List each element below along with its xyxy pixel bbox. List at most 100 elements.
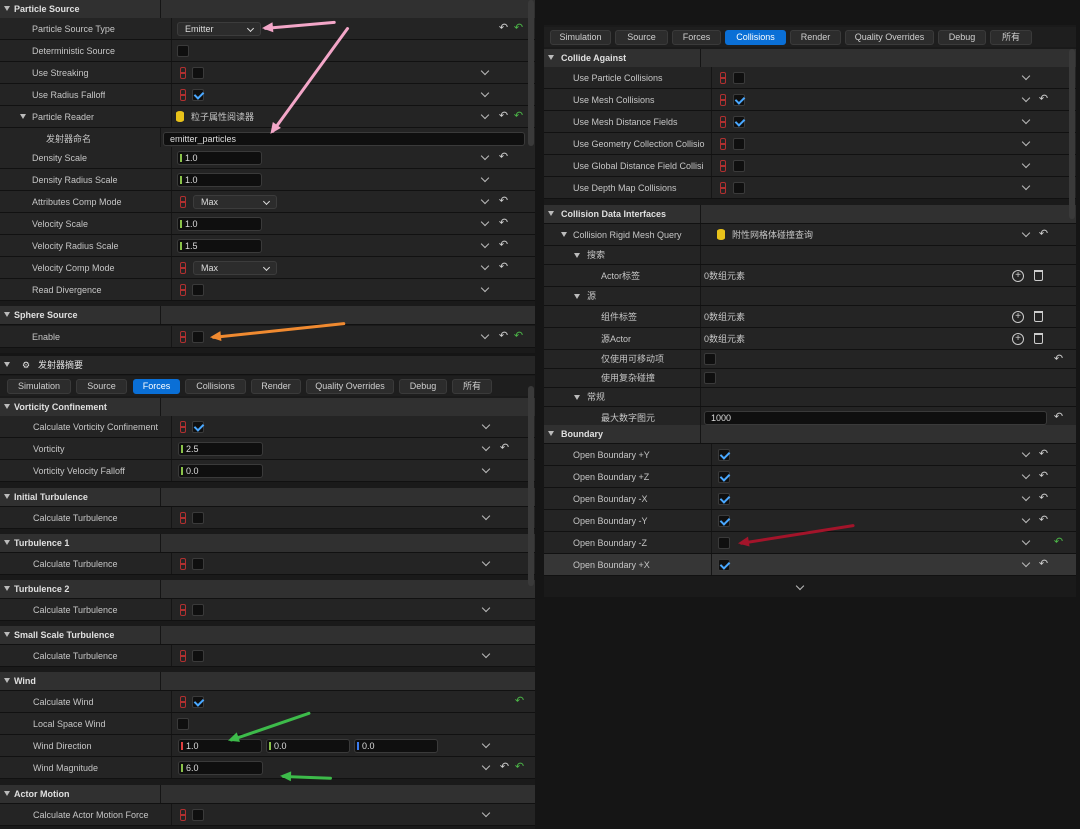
link-icon[interactable] — [720, 116, 726, 128]
tab-source[interactable]: Source — [615, 30, 668, 45]
chevron-down-icon[interactable] — [1021, 448, 1031, 458]
link-icon[interactable] — [180, 604, 186, 616]
reset-icon[interactable]: ↶ — [1038, 515, 1049, 526]
chevron-down-icon[interactable] — [480, 173, 490, 183]
reset-default-icon[interactable]: ↶ — [514, 696, 525, 707]
chevron-down-icon[interactable] — [480, 66, 490, 76]
section-initial-turbulence[interactable]: Initial Turbulence — [0, 488, 535, 507]
reset-icon[interactable]: ↶ — [1038, 229, 1049, 240]
link-icon[interactable] — [180, 262, 186, 274]
use-mesh-distance-fields-checkbox[interactable] — [733, 116, 745, 128]
reset-icon[interactable]: ↶ — [1053, 412, 1064, 423]
section-boundary[interactable]: Boundary — [544, 425, 1076, 444]
expand-icon[interactable] — [20, 114, 26, 119]
wind-magnitude-input[interactable]: 6.0 — [178, 761, 263, 775]
trash-icon[interactable] — [1034, 311, 1043, 322]
reset-icon[interactable]: ↶ — [1038, 449, 1049, 460]
chevron-down-icon[interactable] — [1021, 71, 1031, 81]
chevron-down-icon[interactable] — [481, 808, 491, 818]
complex-collision-checkbox[interactable] — [704, 372, 716, 384]
chevron-down-icon[interactable] — [480, 330, 490, 340]
reset-icon[interactable]: ↶ — [498, 196, 509, 207]
scrollbar[interactable] — [1069, 49, 1075, 219]
link-icon[interactable] — [180, 196, 186, 208]
open-boundary-minus-x-checkbox[interactable] — [718, 493, 730, 505]
reset-icon[interactable]: ↶ — [498, 111, 509, 122]
expand-icon[interactable] — [574, 253, 580, 258]
trash-icon[interactable] — [1034, 270, 1043, 281]
chevron-down-icon[interactable] — [1021, 93, 1031, 103]
chevron-down-icon[interactable] — [481, 739, 491, 749]
reset-icon[interactable]: ↶ — [1038, 559, 1049, 570]
reset-default-icon[interactable]: ↶ — [513, 23, 524, 34]
section-turbulence-1[interactable]: Turbulence 1 — [0, 534, 535, 553]
calculate-turbulence-checkbox[interactable] — [192, 650, 204, 662]
chevron-down-icon[interactable] — [1021, 115, 1031, 125]
chevron-down-icon[interactable] — [480, 261, 490, 271]
reset-default-icon[interactable]: ↶ — [513, 331, 524, 342]
section-collision-data-interfaces[interactable]: Collision Data Interfaces — [544, 205, 1076, 224]
open-boundary-plus-z-checkbox[interactable] — [718, 471, 730, 483]
attributes-comp-mode-dropdown[interactable]: Max — [193, 195, 277, 209]
local-space-wind-checkbox[interactable] — [177, 718, 189, 730]
chevron-down-icon[interactable] — [480, 151, 490, 161]
read-divergence-checkbox[interactable] — [192, 284, 204, 296]
velocity-comp-mode-dropdown[interactable]: Max — [193, 261, 277, 275]
chevron-down-icon[interactable] — [1021, 514, 1031, 524]
calculate-turbulence-checkbox[interactable] — [192, 512, 204, 524]
tab-quality-overrides[interactable]: Quality Overrides — [306, 379, 394, 394]
reset-icon[interactable]: ↶ — [498, 262, 509, 273]
use-mesh-collisions-checkbox[interactable] — [733, 94, 745, 106]
tab-forces[interactable]: Forces — [672, 30, 721, 45]
reset-icon[interactable]: ↶ — [498, 240, 509, 251]
tab-debug[interactable]: Debug — [938, 30, 986, 45]
reset-icon[interactable]: ↶ — [499, 443, 510, 454]
chevron-down-icon[interactable] — [481, 420, 491, 430]
expand-more-icon[interactable] — [795, 581, 805, 591]
chevron-down-icon[interactable] — [481, 442, 491, 452]
chevron-down-icon[interactable] — [1021, 536, 1031, 546]
expand-icon[interactable] — [574, 395, 580, 400]
tab-collisions[interactable]: Collisions — [725, 30, 786, 45]
use-depth-map-collisions-checkbox[interactable] — [733, 182, 745, 194]
link-icon[interactable] — [720, 94, 726, 106]
calculate-vorticity-checkbox[interactable] — [192, 421, 204, 433]
use-global-distance-field-checkbox[interactable] — [733, 160, 745, 172]
wind-direction-y-input[interactable]: 0.0 — [266, 739, 350, 753]
chevron-down-icon[interactable] — [1021, 137, 1031, 147]
reset-icon[interactable]: ↶ — [1053, 354, 1064, 365]
open-boundary-plus-y-checkbox[interactable] — [718, 449, 730, 461]
reset-icon[interactable]: ↶ — [499, 762, 510, 773]
reset-default-icon[interactable]: ↶ — [1053, 537, 1064, 548]
link-icon[interactable] — [180, 421, 186, 433]
particle-source-type-dropdown[interactable]: Emitter — [177, 22, 261, 36]
chevron-down-icon[interactable] — [480, 88, 490, 98]
section-small-scale-turbulence[interactable]: Small Scale Turbulence — [0, 626, 535, 645]
tab-all[interactable]: 所有 — [452, 379, 492, 394]
chevron-down-icon[interactable] — [480, 110, 490, 120]
calculate-actor-motion-checkbox[interactable] — [192, 809, 204, 821]
reset-icon[interactable]: ↶ — [1038, 493, 1049, 504]
add-element-icon[interactable]: + — [1012, 270, 1024, 282]
link-icon[interactable] — [720, 160, 726, 172]
expand-icon[interactable] — [561, 232, 567, 237]
chevron-down-icon[interactable] — [480, 283, 490, 293]
calculate-wind-checkbox[interactable] — [192, 696, 204, 708]
chevron-down-icon[interactable] — [481, 511, 491, 521]
section-sphere-source[interactable]: Sphere Source — [0, 306, 535, 325]
tab-render[interactable]: Render — [790, 30, 841, 45]
tab-all[interactable]: 所有 — [990, 30, 1032, 45]
section-wind[interactable]: Wind — [0, 672, 535, 691]
chevron-down-icon[interactable] — [1021, 181, 1031, 191]
link-icon[interactable] — [180, 809, 186, 821]
reset-icon[interactable]: ↶ — [498, 152, 509, 163]
link-icon[interactable] — [180, 331, 186, 343]
wind-direction-x-input[interactable]: 1.0 — [178, 739, 262, 753]
chevron-down-icon[interactable] — [1021, 558, 1031, 568]
section-collide-against[interactable]: Collide Against — [544, 49, 1076, 68]
velocity-radius-scale-input[interactable]: 1.5 — [177, 239, 262, 253]
open-boundary-minus-z-checkbox[interactable] — [718, 537, 730, 549]
link-icon[interactable] — [180, 67, 186, 79]
chevron-down-icon[interactable] — [480, 217, 490, 227]
link-icon[interactable] — [180, 650, 186, 662]
